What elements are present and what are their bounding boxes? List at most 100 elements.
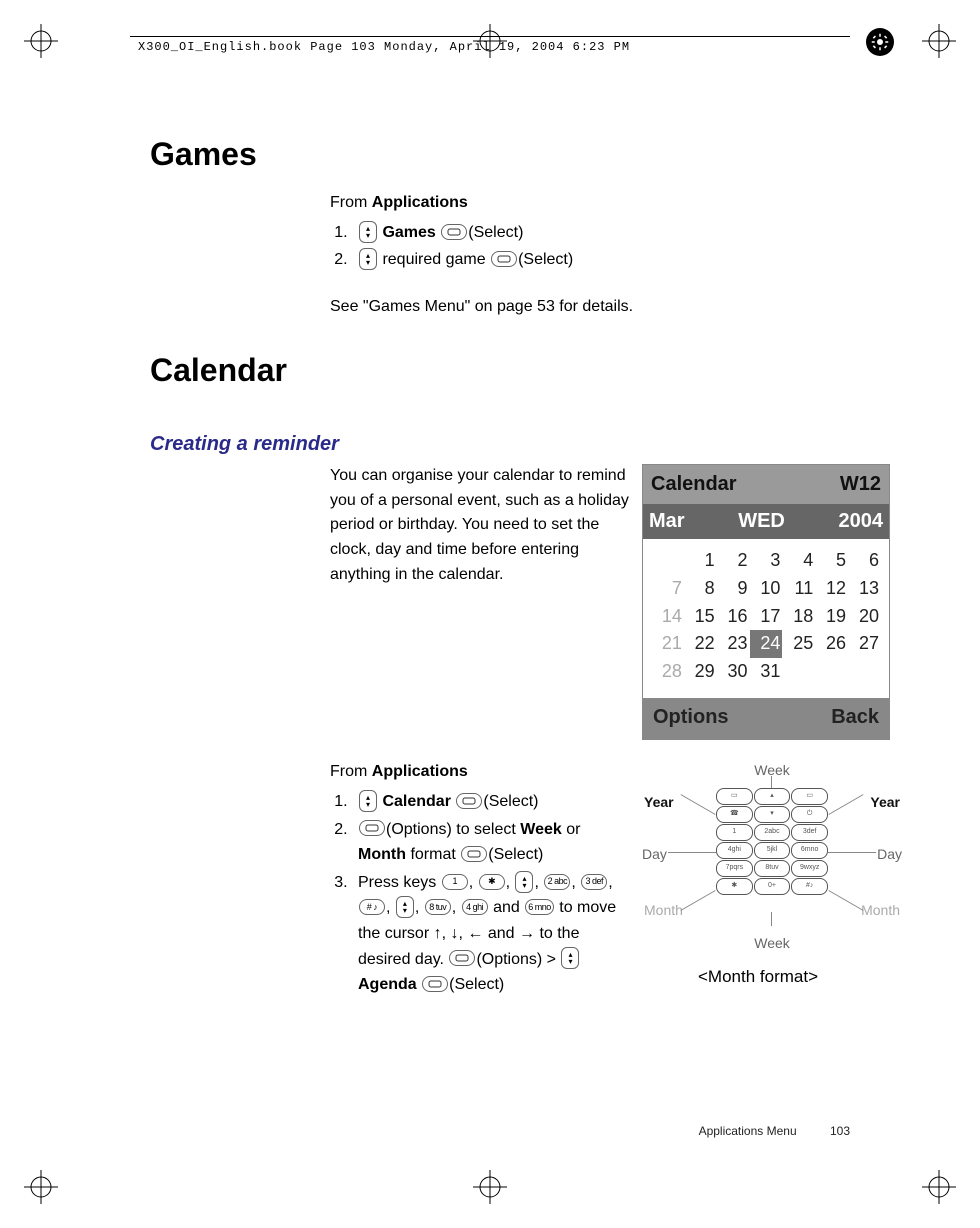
header-rule (130, 36, 850, 37)
step1-label: Games (382, 224, 435, 241)
keypad-6-icon: 6mno (791, 842, 828, 859)
cal-step2-paren: (Select) (488, 846, 543, 863)
keypad-label-month-right: Month (861, 900, 900, 922)
cal-step3-agenda: Agenda (358, 976, 417, 993)
keypad-2-icon: 2abc (754, 824, 791, 841)
screen-title-left: Calendar (651, 469, 737, 500)
calendar-step-1: Calendar (Select) (352, 789, 630, 815)
cal-step2-pre: (Options) to select (386, 821, 516, 838)
keypad-label-day-left: Day (642, 844, 667, 866)
key-star-icon: ✱ (479, 874, 505, 890)
heading-games: Games (150, 136, 880, 173)
cal-step2-format: format (410, 846, 455, 863)
screen-year: 2004 (839, 506, 884, 537)
crop-mark-icon (922, 24, 956, 58)
page-footer: Applications Menu 103 (699, 1124, 850, 1138)
keypad-label-week-bottom: Week (754, 933, 790, 955)
key-8-icon: 8 tuv (425, 899, 451, 915)
nav-key-icon (359, 221, 377, 243)
keypad-label-day-right: Day (877, 844, 902, 866)
screen-softkey-left: Options (653, 702, 729, 733)
cal-step3-and: and (493, 899, 520, 916)
keypad-label-year-left: Year (644, 792, 674, 814)
crop-mark-icon (24, 24, 58, 58)
key-1-icon: 1 (442, 874, 468, 890)
crop-mark-icon (922, 1170, 956, 1204)
keypad-5-icon: 5jkl (754, 842, 791, 859)
cal-step2-or: or (566, 821, 580, 838)
nav-key-icon (359, 248, 377, 270)
cal-step3-options: (Options) > (476, 951, 556, 968)
cal-step1-label: Calendar (382, 793, 450, 810)
nav-down-icon (396, 896, 414, 918)
cal-step1-paren: (Select) (483, 793, 538, 810)
keypad-8-icon: 8tuv (754, 860, 791, 877)
nav-up-icon (515, 871, 533, 893)
from-applications-line-2: From Applications (330, 760, 630, 785)
subheading-creating-reminder: Creating a reminder (150, 433, 880, 456)
step1-paren: (Select) (468, 224, 523, 241)
keypad-label-month-left: Month (644, 900, 683, 922)
crop-mark-icon (473, 1170, 507, 1204)
softkey-icon (456, 793, 482, 809)
keypad-end-icon: ⏻ (791, 806, 828, 823)
cal-step3-arrows-and: and (488, 925, 515, 942)
key-hash-icon: # ♪ (359, 899, 385, 915)
arrow-up-icon: ↑ (434, 925, 442, 942)
calendar-grid: 123456 78910111213 14151617181920 212223… (643, 539, 889, 698)
cal-step2-week: Week (520, 821, 562, 838)
softkey-icon (441, 224, 467, 240)
heading-calendar: Calendar (150, 352, 880, 389)
keypad-call-icon: ☎ (716, 806, 753, 823)
key-2-icon: 2 abc (544, 874, 570, 890)
from-bold: Applications (372, 763, 468, 780)
keypad-diagram: Week Year Year Day Day Month Month Week … (642, 760, 902, 990)
gear-icon (866, 28, 894, 56)
step2-text: required game (382, 251, 485, 268)
arrow-down-icon: ↓ (450, 925, 458, 942)
page-filestamp: X300_OI_English.book Page 103 Monday, Ap… (138, 40, 630, 54)
keypad-down-icon: ▾ (754, 806, 791, 823)
keypad-softkey-left-icon: ▭ (716, 788, 753, 805)
nav-key-icon (561, 947, 579, 969)
key-6-icon: 6 mno (525, 899, 554, 915)
step2-paren: (Select) (518, 251, 573, 268)
keypad-0-icon: 0+ (754, 878, 791, 895)
calendar-intro: You can organise your calendar to remind… (330, 464, 630, 588)
from-bold: Applications (372, 194, 468, 211)
footer-page-number: 103 (830, 1124, 850, 1138)
games-step-1: Games (Select) (352, 220, 880, 246)
from-applications-line: From Applications (330, 191, 880, 216)
keypad-7-icon: 7pqrs (716, 860, 753, 877)
cal-step3-select: (Select) (449, 976, 504, 993)
key-4-icon: 4 ghi (462, 899, 488, 915)
games-step-2: required game (Select) (352, 247, 880, 273)
keypad-label-week-top: Week (754, 760, 790, 782)
calendar-step-3: Press keys 1, ✱, , 2 abc, 3 def, # ♪, , … (352, 870, 630, 998)
footer-section: Applications Menu (699, 1124, 797, 1138)
calendar-step-2: (Options) to select Week or Month format… (352, 817, 630, 868)
keypad-hash-icon: #♪ (791, 878, 828, 895)
keypad-4-icon: 4ghi (716, 842, 753, 859)
keypad-1-icon: 1 (716, 824, 753, 841)
screen-title-right: W12 (840, 469, 881, 500)
games-note: See "Games Menu" on page 53 for details. (330, 295, 880, 320)
softkey-icon (359, 820, 385, 836)
crop-mark-icon (24, 1170, 58, 1204)
keypad-9-icon: 9wxyz (791, 860, 828, 877)
screen-weekday: WED (738, 506, 785, 537)
from-text: From (330, 763, 367, 780)
keypad-star-icon: ✱ (716, 878, 753, 895)
arrow-right-icon: → (519, 925, 535, 942)
games-body: From Applications Games (Select) require… (330, 191, 880, 320)
softkey-icon (449, 950, 475, 966)
keypad-up-icon: ▴ (754, 788, 791, 805)
softkey-icon (491, 251, 517, 267)
key-3-icon: 3 def (581, 874, 607, 890)
cal-step3-prefix: Press keys (358, 874, 436, 891)
keypad-caption: <Month format> (698, 964, 818, 990)
nav-key-icon (359, 790, 377, 812)
screen-month: Mar (649, 506, 685, 537)
arrow-left-icon: ← (467, 925, 483, 942)
softkey-icon (422, 976, 448, 992)
